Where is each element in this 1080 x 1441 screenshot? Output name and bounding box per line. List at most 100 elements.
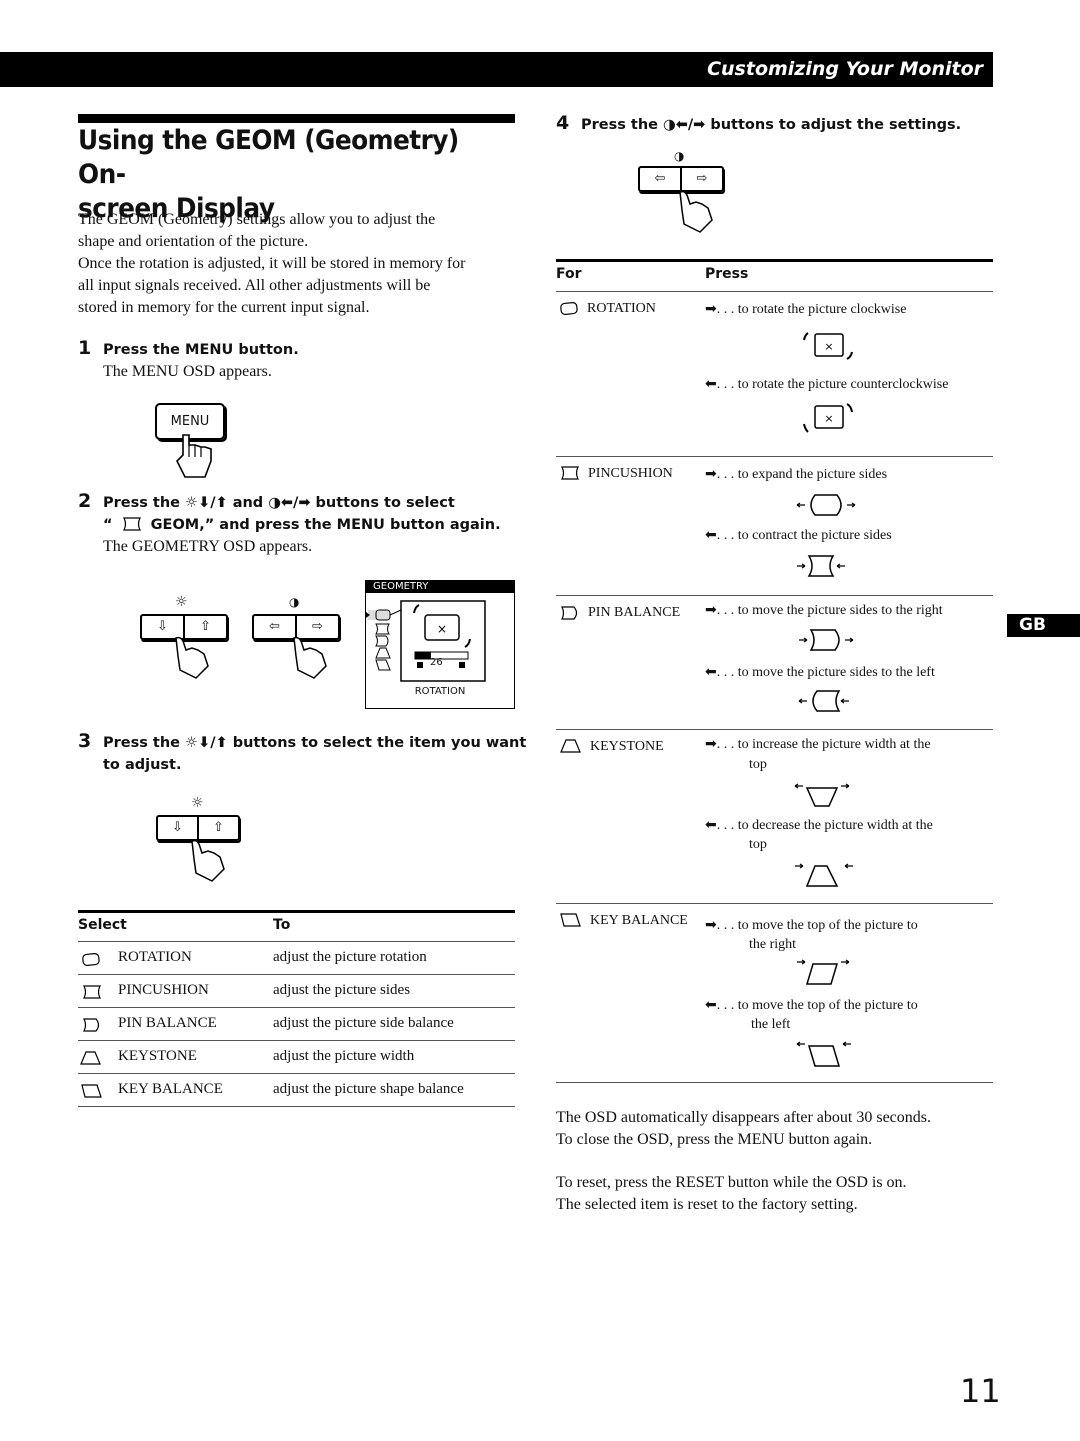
- pincushion-icon: [83, 985, 101, 999]
- arrow-left-icon: ⬅: [705, 997, 717, 1013]
- right-arrow-button: ⇨: [696, 171, 708, 186]
- brightness-button-pair: ⇩ ⇧: [156, 815, 240, 841]
- contrast-button-pair: ⇦ ⇨: [638, 166, 724, 192]
- down-arrow-button: ⇩: [142, 616, 185, 638]
- table-top-rule: [78, 910, 515, 913]
- instruction: ⬅. . . to rotate the picture countercloc…: [705, 376, 949, 392]
- table-row: PIN BALANCE adjust the picture side bala…: [78, 1008, 515, 1041]
- pointing-hand-icon: [175, 636, 209, 679]
- pincushion-icon: [122, 517, 141, 531]
- arrow-left-icon: ⬅: [705, 527, 717, 543]
- arrow-right-icon: ➡: [705, 602, 717, 618]
- instruction-continued: top: [749, 837, 767, 852]
- rotate-counterclockwise-diagram: ×: [803, 403, 853, 433]
- title-rule: [78, 114, 515, 123]
- step-2-title-line2: “ GEOM,” and press the MENU button again…: [103, 517, 501, 533]
- instruction-continued: the right: [749, 937, 797, 952]
- table-rule: [556, 595, 993, 596]
- item-label: PIN BALANCE: [588, 605, 681, 620]
- left-arrow-button: ⇦: [254, 616, 297, 638]
- osd-selected-label: ROTATION: [414, 686, 466, 697]
- section-title: Customizing Your Monitor: [707, 58, 983, 80]
- item-description: adjust the picture shape balance: [273, 1081, 464, 1097]
- item-description: adjust the picture width: [273, 1048, 415, 1064]
- pin-balance-icon: [83, 1018, 100, 1032]
- instruction: ⬅. . . to move the top of the picture to: [705, 997, 918, 1013]
- table-row: PINCUSHION adjust the picture sides: [78, 975, 515, 1008]
- decrease-top-width-diagram: [795, 863, 853, 887]
- move-sides-right-diagram: [799, 629, 854, 651]
- table-row: KEY BALANCE adjust the picture shape bal…: [78, 1074, 515, 1107]
- step-1-note: The MENU OSD appears.: [103, 363, 272, 380]
- press-header: Press: [705, 266, 749, 282]
- item-description: adjust the picture side balance: [273, 1015, 454, 1031]
- osd-timeout-note: The OSD automatically disappears after a…: [556, 1109, 931, 1148]
- item-description: adjust the picture rotation: [273, 949, 427, 965]
- step-3-number: 3: [78, 730, 92, 752]
- item-label: PINCUSHION: [118, 982, 209, 998]
- instruction: ➡. . . to move the picture sides to the …: [705, 602, 943, 618]
- up-arrow-button: ⇧: [213, 820, 224, 835]
- up-arrow-button: ⇧: [200, 619, 211, 634]
- instruction: ⬅. . . to move the picture sides to the …: [705, 664, 935, 680]
- instruction: ➡. . . to rotate the picture clockwise: [705, 301, 907, 317]
- pointing-hand-icon: [679, 190, 713, 233]
- menu-button-illustration: MENU: [155, 403, 225, 478]
- contrast-icon: ◑: [674, 149, 685, 163]
- pointing-hand-icon: [191, 839, 225, 882]
- arrow-right-icon: ➡: [705, 301, 717, 317]
- step-4-title: Press the ◑⬅/➡ buttons to adjust the set…: [581, 117, 962, 133]
- for-header: For: [556, 266, 582, 282]
- move-top-right-diagram: [797, 959, 850, 985]
- left-arrow-button: ⇦: [640, 168, 682, 190]
- step-2-title-line1: Press the ☼⬇/⬆ and ◑⬅/➡ buttons to selec…: [103, 495, 455, 511]
- table-top-rule: [556, 259, 993, 262]
- table-rule: [556, 1082, 993, 1083]
- expand-sides-diagram: [796, 494, 856, 516]
- table-row: KEYSTONE adjust the picture width: [78, 1041, 515, 1074]
- brightness-icon: ☼: [175, 594, 188, 610]
- select-header: Select: [78, 917, 127, 933]
- rotate-clockwise-diagram: ×: [803, 332, 853, 360]
- arrow-right-icon: ➡: [705, 917, 717, 933]
- table-rule: [556, 291, 993, 292]
- item-label: KEY BALANCE: [118, 1081, 223, 1097]
- step-1-number: 1: [78, 337, 92, 359]
- language-tab: GB: [1007, 614, 1080, 637]
- step-3-title-line2: to adjust.: [103, 757, 182, 773]
- table-rule: [556, 903, 993, 904]
- osd-value: 26: [430, 657, 443, 668]
- item-label: PINCUSHION: [588, 466, 673, 481]
- step-1-title: Press the MENU button.: [103, 342, 299, 358]
- step-3-title-line1: Press the ☼⬇/⬆ buttons to select the ite…: [103, 735, 527, 751]
- instruction: ➡. . . to move the top of the picture to: [705, 917, 918, 933]
- geometry-osd: GEOMETRY × 26 ROTATION: [365, 580, 515, 709]
- instruction: ➡. . . to expand the picture sides: [705, 466, 888, 482]
- step-4-number: 4: [556, 112, 570, 134]
- instruction: ⬅. . . to decrease the picture width at …: [705, 817, 933, 833]
- osd-pin-balance-icon: [375, 635, 389, 647]
- reset-note: To reset, press the RESET button while t…: [556, 1174, 907, 1213]
- arrow-left-icon: ⬅: [705, 664, 717, 680]
- item-label: PIN BALANCE: [118, 1015, 217, 1031]
- arrow-right-icon: ➡: [705, 736, 717, 752]
- rotation-icon: [560, 301, 578, 316]
- intro-text: The GEOM (Geometry) settings allow you t…: [78, 211, 466, 316]
- contract-sides-diagram: [797, 555, 845, 577]
- item-description: adjust the picture sides: [273, 982, 411, 998]
- table-rule: [556, 456, 993, 457]
- pointing-hand-icon: [293, 636, 327, 679]
- keystone-icon: [80, 1051, 101, 1065]
- page-number: 11: [960, 1372, 1001, 1410]
- arrow-left-icon: ⬅: [705, 376, 717, 392]
- rotation-icon: [82, 952, 100, 967]
- instruction-continued: the left: [751, 1017, 791, 1032]
- osd-key-balance-icon: [375, 659, 391, 671]
- select-table-body: ROTATION adjust the picture rotation PIN…: [78, 941, 515, 1107]
- osd-slider-fill: [415, 652, 431, 659]
- pincushion-icon: [561, 466, 579, 480]
- osd-pincushion-icon: [375, 623, 390, 635]
- osd-keystone-icon: [375, 647, 391, 659]
- arrow-right-icon: ➡: [705, 466, 717, 482]
- osd-preview-frame: [400, 600, 486, 682]
